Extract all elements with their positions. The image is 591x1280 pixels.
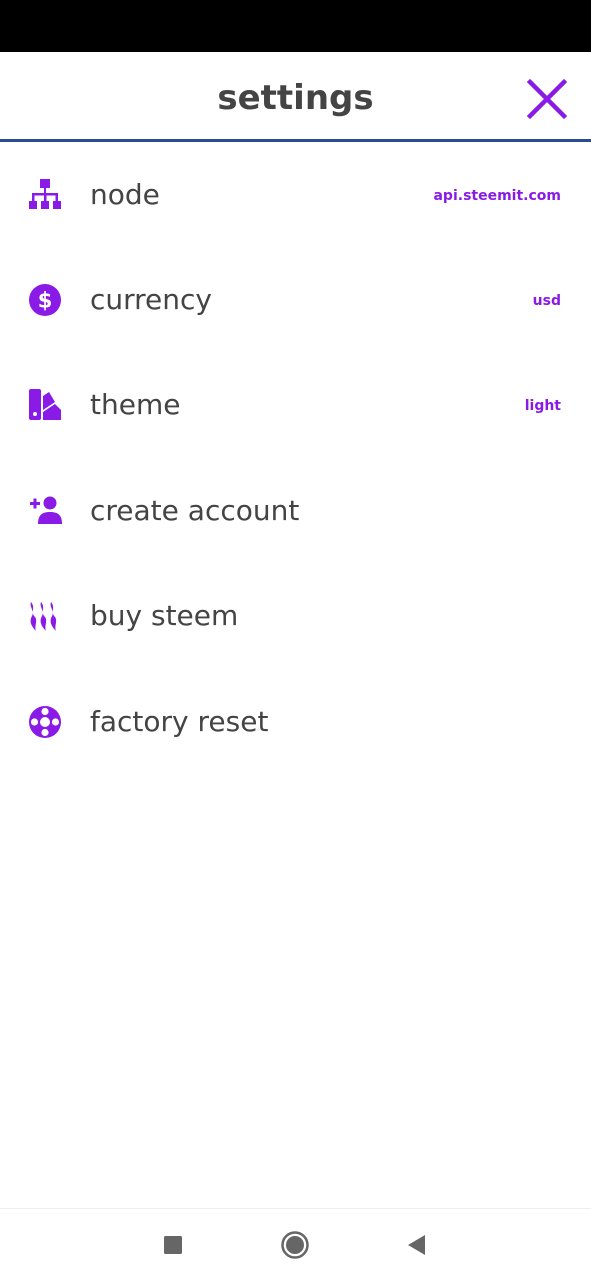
- status-bar: [0, 0, 591, 52]
- close-icon: [526, 78, 568, 120]
- setting-label: buy steem: [90, 599, 239, 632]
- setting-row-factory-reset[interactable]: factory reset: [0, 669, 591, 774]
- setting-value: light: [524, 398, 561, 414]
- swatchbook-icon: [28, 388, 62, 422]
- setting-label: currency: [90, 283, 212, 316]
- square-icon: [164, 1236, 182, 1254]
- setting-label: factory reset: [90, 705, 269, 738]
- system-nav-bar: [0, 1208, 591, 1280]
- setting-label: node: [90, 178, 160, 211]
- setting-row-currency[interactable]: $ currency usd: [0, 247, 591, 352]
- close-button[interactable]: [524, 76, 570, 122]
- setting-value: api.steemit.com: [433, 188, 561, 204]
- sitemap-icon: [28, 178, 62, 212]
- svg-text:$: $: [38, 289, 53, 313]
- recents-button[interactable]: [155, 1227, 191, 1263]
- page-title: settings: [217, 78, 374, 118]
- dollar-circle-icon: $: [28, 283, 62, 317]
- user-plus-icon: [28, 494, 62, 528]
- steem-icon: [28, 599, 62, 633]
- back-triangle-icon: [408, 1235, 425, 1255]
- header: settings: [0, 52, 591, 140]
- setting-label: theme: [90, 388, 181, 421]
- setting-row-buy-steem[interactable]: buy steem: [0, 563, 591, 668]
- setting-row-node[interactable]: node api.steemit.com: [0, 142, 591, 247]
- setting-row-create-account[interactable]: create account: [0, 458, 591, 563]
- life-ring-icon: [28, 705, 62, 739]
- setting-label: create account: [90, 494, 300, 527]
- setting-value: usd: [532, 293, 561, 309]
- circle-home-icon: [281, 1231, 309, 1259]
- setting-row-theme[interactable]: theme light: [0, 352, 591, 457]
- home-button[interactable]: [277, 1227, 313, 1263]
- back-button[interactable]: [398, 1227, 434, 1263]
